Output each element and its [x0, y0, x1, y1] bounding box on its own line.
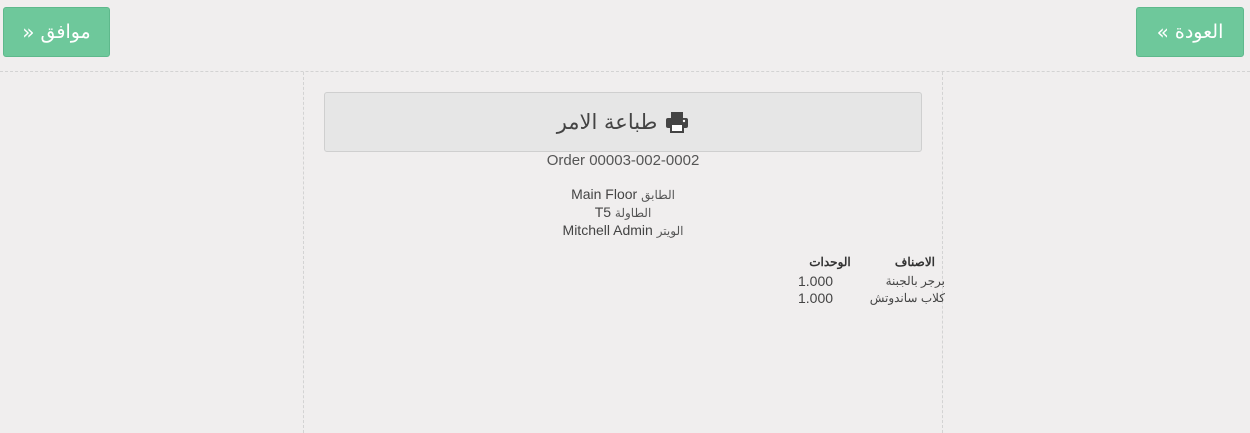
- order-number: Order 00003-002-0002: [546, 152, 700, 169]
- table-line: T5 الطاولة: [324, 204, 922, 222]
- line-qty: 1.000: [798, 273, 834, 289]
- line-qty: 1.000: [798, 290, 834, 306]
- printer-icon: [666, 112, 689, 133]
- ok-button[interactable]: » موافق: [3, 7, 110, 57]
- floor-label: الطابق: [641, 188, 675, 202]
- back-button[interactable]: « العودة: [1136, 7, 1244, 57]
- table-label: الطاولة: [614, 206, 652, 220]
- item-column-header: الاصناف: [894, 255, 935, 269]
- top-toolbar: » موافق « العودة: [0, 0, 1250, 72]
- table-row: 1.000 كلاب ساندوتش: [790, 290, 945, 307]
- left-divider: [303, 72, 304, 433]
- waiter-line: Mitchell Admin الويتر: [324, 222, 922, 240]
- qty-column-header: الوحدات: [809, 255, 851, 269]
- table-row: 1.000 برجر بالجبنة: [790, 273, 945, 290]
- floor-value: Main Floor: [571, 186, 638, 202]
- back-button-label: العودة: [1174, 21, 1224, 43]
- order-meta: Main Floor الطابق T5 الطاولة Mitchell Ad…: [324, 186, 922, 240]
- floor-line: Main Floor الطابق: [324, 186, 922, 204]
- right-divider: [942, 72, 943, 433]
- order-receipt: Order 00003-002-0002 Main Floor الطابق T…: [324, 152, 922, 240]
- table-value: T5: [594, 204, 612, 220]
- print-order-button[interactable]: طباعة الامر: [324, 92, 922, 152]
- waiter-label: الويتر: [656, 224, 684, 238]
- table-header: الوحدات الاصناف: [790, 254, 945, 271]
- double-chevron-icon: »: [22, 20, 35, 44]
- print-button-label: طباعة الامر: [556, 110, 658, 134]
- line-name: برجر بالجبنة: [885, 274, 945, 288]
- line-name: كلاب ساندوتش: [869, 291, 945, 305]
- waiter-value: Mitchell Admin: [562, 222, 653, 238]
- order-lines-table: الوحدات الاصناف 1.000 برجر بالجبنة 1.000…: [790, 254, 945, 307]
- ok-button-label: موافق: [40, 21, 91, 43]
- double-chevron-icon: «: [1156, 20, 1169, 44]
